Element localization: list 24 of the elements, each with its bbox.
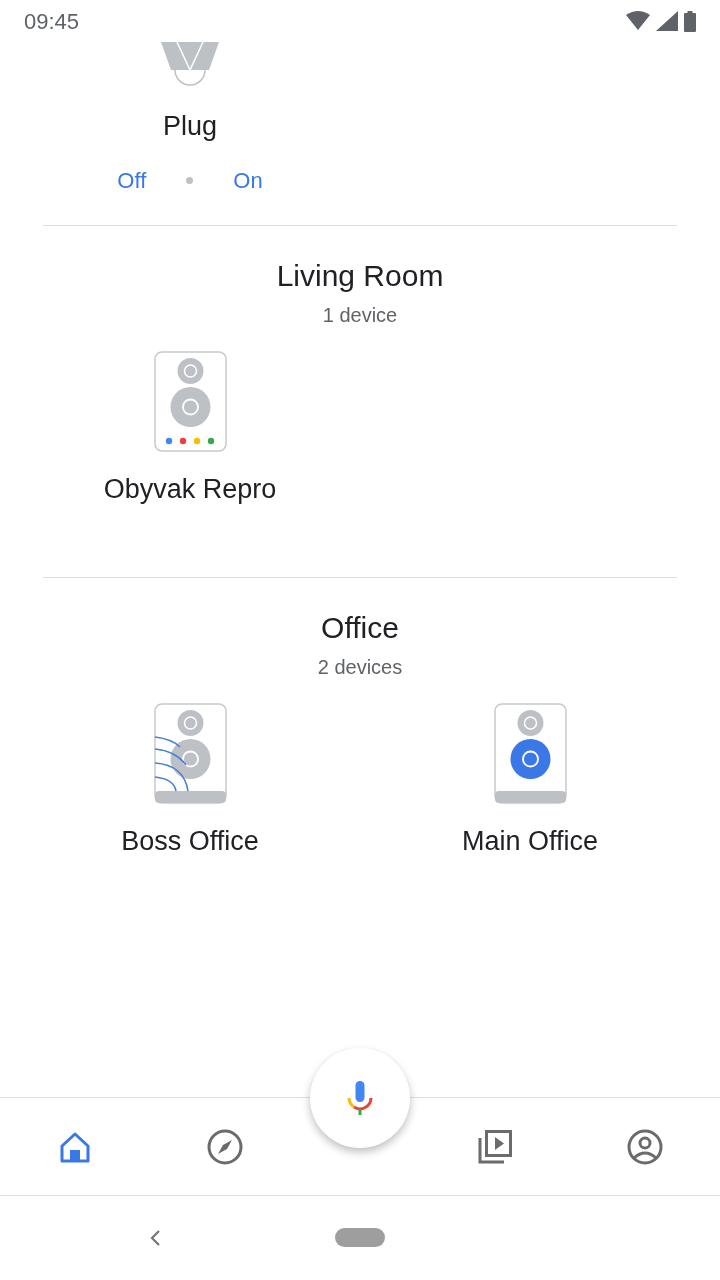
home-icon[interactable] (59, 1130, 91, 1163)
signal-icon (656, 11, 678, 31)
room-title: Living Room (275, 258, 445, 294)
speaker-icon[interactable] (153, 703, 227, 804)
microphone-icon (347, 1081, 373, 1115)
device-count: 2 devices (316, 655, 404, 680)
device-name[interactable]: Obyvak Repro (103, 471, 277, 507)
voice-assistant-button[interactable] (310, 1048, 410, 1148)
room-title: Office (320, 610, 400, 646)
device-name[interactable]: Boss Office (121, 823, 259, 859)
device-name[interactable]: Main Office (461, 823, 599, 859)
device-count: 1 device (321, 303, 399, 328)
power-button[interactable]: On (223, 160, 273, 201)
device-name[interactable]: Plug (162, 108, 217, 144)
media-library-icon[interactable] (477, 1128, 513, 1165)
account-icon[interactable] (627, 1128, 663, 1165)
back-icon[interactable] (148, 1229, 162, 1247)
speaker-icon[interactable] (493, 703, 567, 804)
wifi-icon (626, 11, 650, 31)
compass-icon[interactable] (207, 1128, 243, 1165)
clock: 09:45 (24, 7, 80, 36)
home-pill[interactable] (335, 1228, 385, 1247)
battery-icon (684, 10, 696, 32)
power-button[interactable]: Off (107, 160, 157, 201)
